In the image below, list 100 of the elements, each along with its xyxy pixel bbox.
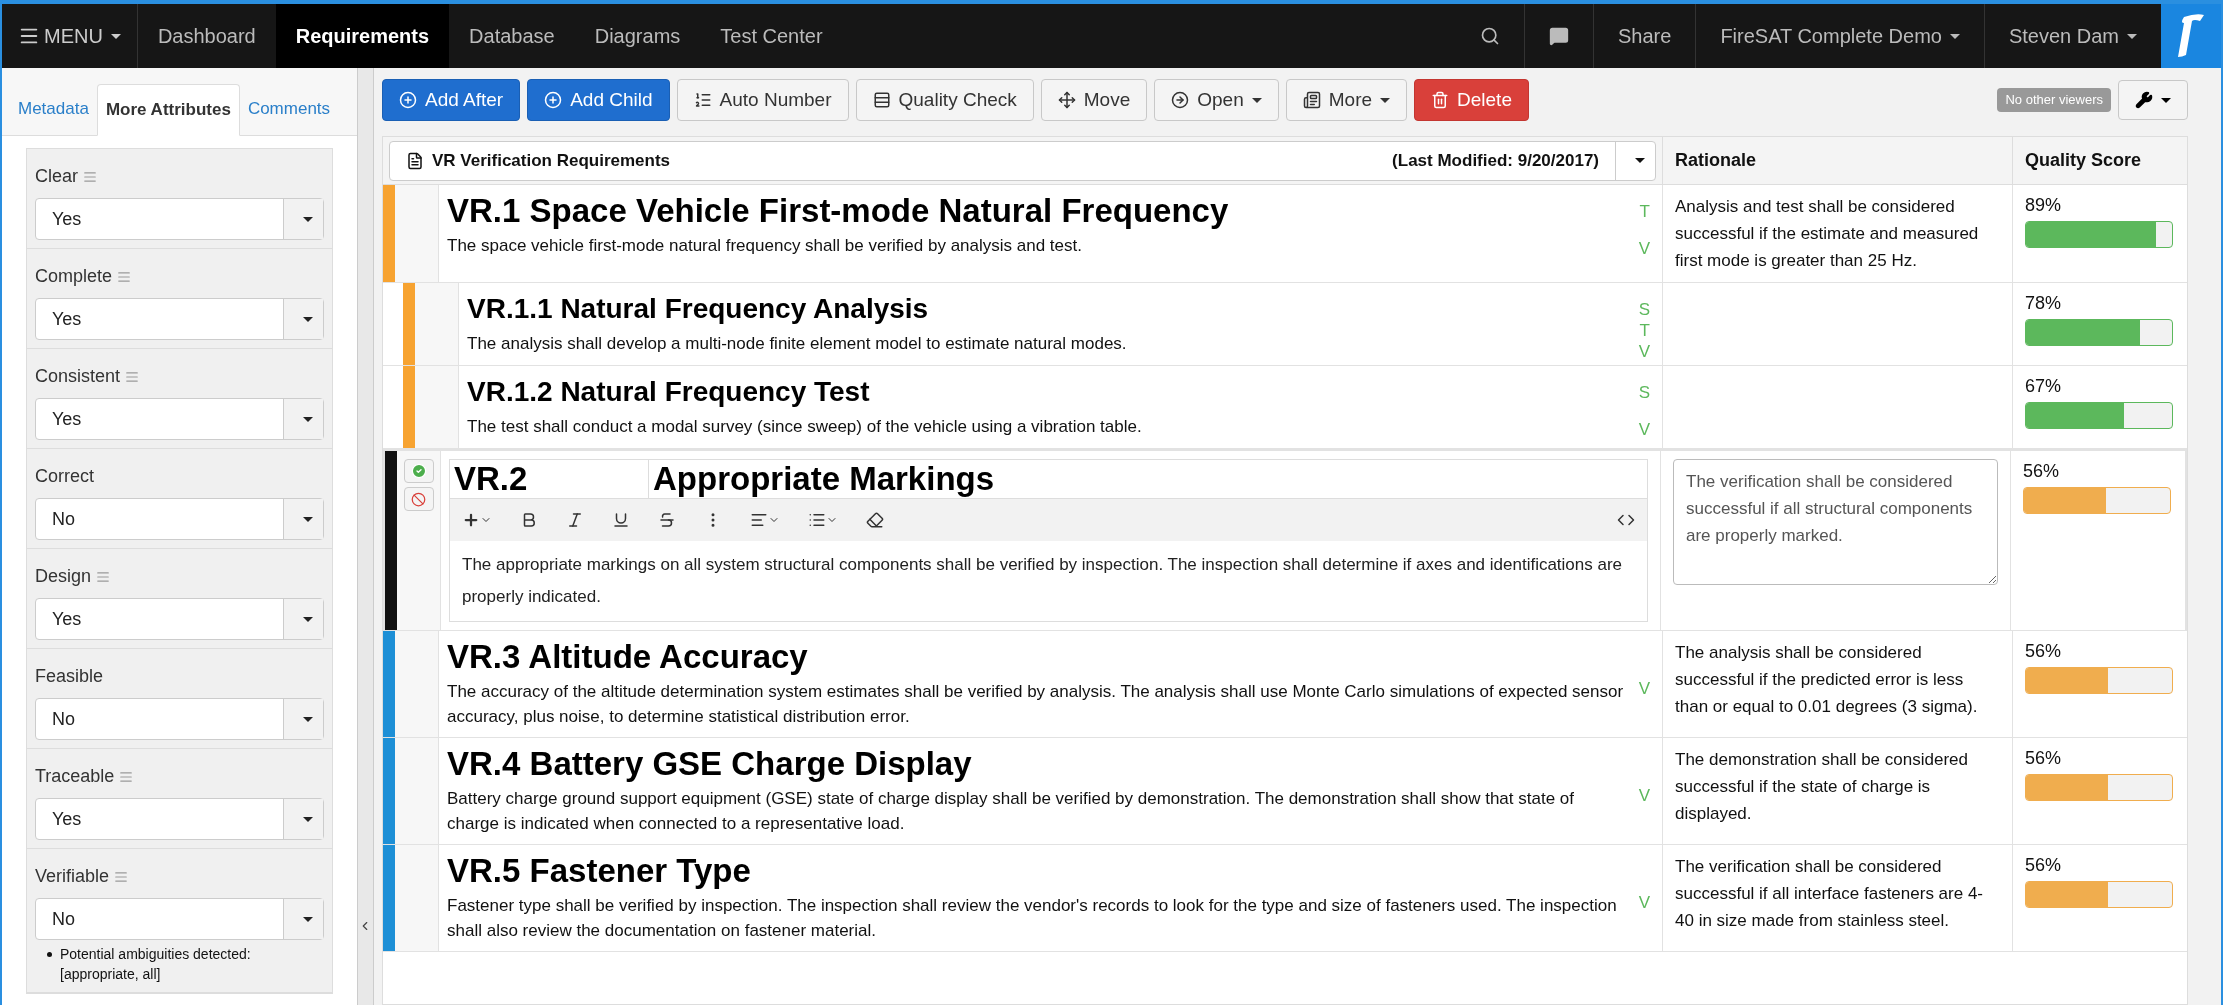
caret-icon bbox=[2127, 33, 2137, 39]
save-button[interactable] bbox=[403, 459, 434, 483]
method-letter: V bbox=[1638, 419, 1650, 440]
sidebar-tab[interactable]: More Attributes bbox=[96, 84, 240, 136]
search-icon bbox=[1480, 26, 1500, 46]
method-letter: V bbox=[1638, 891, 1650, 913]
plus-icon bbox=[399, 91, 417, 109]
quality-score: 67% bbox=[2025, 375, 2063, 398]
rows-icon bbox=[872, 91, 891, 109]
requirement-row[interactable]: VR.1.1 Natural Frequency Analysis The analysis shall develop a multi-node finite element model to estimate natural modes. S T V 78% bbox=[383, 283, 2187, 366]
attribute-label: Consistent bbox=[35, 365, 121, 388]
requirement-row[interactable] bbox=[383, 738, 2187, 845]
cancel-button[interactable] bbox=[403, 487, 434, 511]
rationale-field[interactable]: The verification shall be considered successful if all structural components are properly marked. bbox=[1673, 459, 1998, 585]
toolbar-button[interactable]: Quality Check bbox=[855, 79, 1034, 121]
toolbar-button[interactable]: Move bbox=[1040, 79, 1148, 121]
toolbar-button[interactable]: More bbox=[1285, 79, 1408, 121]
requirement-description: The space vehicle first-mode natural frequency shall be verified by analysis and test. bbox=[447, 235, 1083, 257]
move-icon bbox=[1057, 91, 1076, 109]
ban-icon bbox=[411, 491, 426, 507]
requirement-title: VR.1.1 Natural Frequency Analysis bbox=[467, 292, 930, 326]
rationale-text: The analysis shall be considered successful if the predicted error is less than or equal to 0.01 degrees (3 sigma). bbox=[1675, 642, 1979, 718]
requirement-title: VR.3 Altitude Accuracy bbox=[447, 637, 809, 677]
nav-tab[interactable]: Database bbox=[449, 4, 575, 68]
app-logo[interactable] bbox=[2161, 4, 2221, 68]
attribute-label: Complete bbox=[35, 265, 113, 288]
method-letter: V bbox=[1638, 677, 1650, 699]
nav-tab[interactable]: Dashboard bbox=[137, 4, 276, 68]
underline-icon[interactable] bbox=[612, 511, 630, 529]
toolbar-button[interactable]: Open bbox=[1154, 79, 1279, 121]
nav-tab[interactable]: Diagrams bbox=[574, 4, 701, 68]
last-modified: (Last Modified: 9/20/2017) bbox=[1392, 149, 1599, 172]
document-title: VR Verification Requirements bbox=[432, 149, 671, 172]
number-field[interactable]: VR.2 bbox=[449, 459, 649, 499]
insert-icon[interactable] bbox=[462, 511, 492, 529]
attribute-select[interactable]: Yes bbox=[35, 598, 324, 640]
requirement-title: VR.1.2 Natural Frequency Test bbox=[467, 375, 871, 409]
trash-icon bbox=[1431, 91, 1450, 109]
caret-icon bbox=[1949, 33, 1960, 39]
bullet-icon bbox=[47, 952, 52, 957]
attribute-select[interactable]: Yes bbox=[35, 198, 324, 240]
viewers-badge: No other viewers bbox=[1997, 88, 2111, 112]
rationale-text: The demonstration shall be considered successful if the state of charge is displayed. bbox=[1675, 749, 1969, 825]
nav-tab[interactable]: Test Center bbox=[700, 4, 843, 68]
requirement-row[interactable]: VR.1.2 Natural Frequency Test The test shall conduct a modal survey (since sweep) of the vehicle using a vibration table. S V 67% bbox=[383, 366, 2187, 449]
toolbar-button[interactable]: Add Child bbox=[527, 79, 670, 121]
attribute-label: Verifiable bbox=[35, 865, 110, 888]
panel-icon bbox=[1302, 91, 1321, 109]
caret-icon bbox=[302, 616, 313, 622]
quality-score: 78% bbox=[2025, 292, 2063, 315]
toolbar-button[interactable]: Delete bbox=[1414, 79, 1529, 121]
quality-score: 56% bbox=[2025, 854, 2063, 877]
attribute-select[interactable]: Yes bbox=[35, 798, 324, 840]
attribute-label: Correct bbox=[35, 465, 94, 488]
project-menu[interactable]: FireSAT Complete Demo bbox=[1696, 4, 1985, 68]
settings-button[interactable] bbox=[2118, 80, 2188, 120]
italic-icon[interactable] bbox=[566, 511, 584, 529]
requirement-row[interactable] bbox=[383, 185, 2187, 283]
attribute-select[interactable]: Yes bbox=[35, 298, 324, 340]
method-letter: T bbox=[1639, 320, 1650, 341]
caret-icon bbox=[302, 516, 313, 522]
check-icon bbox=[410, 463, 427, 479]
nav-tab[interactable]: Requirements bbox=[275, 4, 450, 68]
requirement-row[interactable] bbox=[383, 449, 2187, 631]
quality-score: 89% bbox=[2025, 194, 2063, 217]
description-editor[interactable]: The appropriate markings on all system structural components shall be verified by inspection. The inspection shall determine if axes and identifications are properly indicated. bbox=[450, 541, 1647, 621]
quality-score: 56% bbox=[2023, 460, 2061, 483]
sidebar-tab[interactable]: Metadata bbox=[10, 83, 97, 135]
caret-icon bbox=[302, 716, 313, 722]
column-header: Rationale bbox=[1662, 137, 2012, 184]
user-menu[interactable]: Steven Dam bbox=[1984, 4, 2161, 68]
method-letter: V bbox=[1638, 238, 1650, 259]
caret-icon bbox=[1251, 97, 1262, 103]
method-letter: V bbox=[1638, 341, 1650, 362]
attribute-select[interactable]: No bbox=[35, 898, 324, 940]
toolbar-button[interactable]: Auto Number bbox=[676, 79, 849, 121]
ambiguity-note: Potential ambiguities detected: [appropriate, all] bbox=[60, 945, 252, 984]
method-letter: V bbox=[1638, 784, 1650, 806]
title-field[interactable]: Appropriate Markings bbox=[649, 459, 1648, 499]
numbered-list-icon bbox=[693, 91, 712, 109]
requirement-row[interactable] bbox=[383, 845, 2187, 952]
caret-icon bbox=[302, 316, 313, 322]
list-icon[interactable] bbox=[808, 511, 838, 529]
method-letter: S bbox=[1638, 299, 1650, 320]
caret-icon bbox=[302, 916, 313, 922]
requirement-row[interactable] bbox=[383, 631, 2187, 738]
method-letter: S bbox=[1638, 382, 1650, 403]
align-icon[interactable] bbox=[750, 511, 780, 529]
caret-icon bbox=[1634, 158, 1645, 163]
toolbar-button[interactable]: Add After bbox=[382, 79, 521, 121]
strikethrough-icon[interactable] bbox=[658, 511, 676, 529]
share-button[interactable]: Share bbox=[1594, 4, 1697, 68]
rationale-text: Analysis and test shall be considered successful if the estimate and measured first mode is greater than 25 Hz. bbox=[1675, 196, 1980, 272]
caret-icon bbox=[1380, 97, 1391, 103]
attribute-select[interactable]: Yes bbox=[35, 398, 324, 440]
chat-icon bbox=[1549, 26, 1569, 46]
attribute-select[interactable]: No bbox=[35, 698, 324, 740]
sidebar-tab[interactable]: Comments bbox=[239, 83, 339, 135]
attribute-select[interactable]: No bbox=[35, 498, 324, 540]
eraser-icon[interactable] bbox=[866, 511, 884, 529]
